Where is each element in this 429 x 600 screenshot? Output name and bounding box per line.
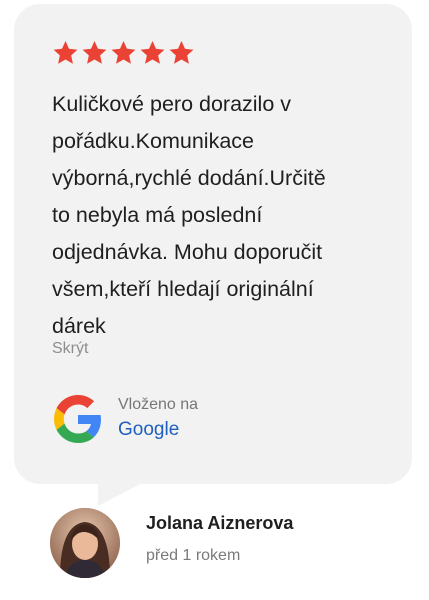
star-icon <box>53 41 78 64</box>
hide-button[interactable]: Skrýt <box>52 340 88 358</box>
review-card-tail <box>98 482 144 506</box>
star-icon <box>111 41 136 64</box>
author-avatar[interactable] <box>50 508 120 578</box>
star-icon <box>169 41 194 64</box>
review-text-line: všem,kteří hledají originální <box>52 277 314 301</box>
review-text-line: výborná,rychlé dodání.Určitě <box>52 166 326 190</box>
review-text-line: dárek <box>52 314 106 338</box>
review-text-line: pořádku.Komunikace <box>52 129 254 153</box>
review-text-line: to nebyla má poslední <box>52 203 263 227</box>
posted-on-label: Vloženo na <box>118 396 199 413</box>
google-logo-icon <box>54 395 101 443</box>
author-name[interactable]: Jolana Aiznerova <box>146 513 293 534</box>
review-text: Kuličkové pero dorazilo v pořádku.Komunik… <box>52 86 382 345</box>
review-text-line: odjednávka. Mohu doporučit <box>52 240 323 264</box>
star-icon <box>140 41 165 64</box>
google-link[interactable]: Google <box>118 419 179 441</box>
avatar-image <box>50 508 120 578</box>
star-rating <box>52 39 195 66</box>
star-icon <box>82 41 107 64</box>
posted-time: před 1 rokem <box>146 547 241 564</box>
review-text-line: Kuličkové pero dorazilo v <box>52 92 292 116</box>
